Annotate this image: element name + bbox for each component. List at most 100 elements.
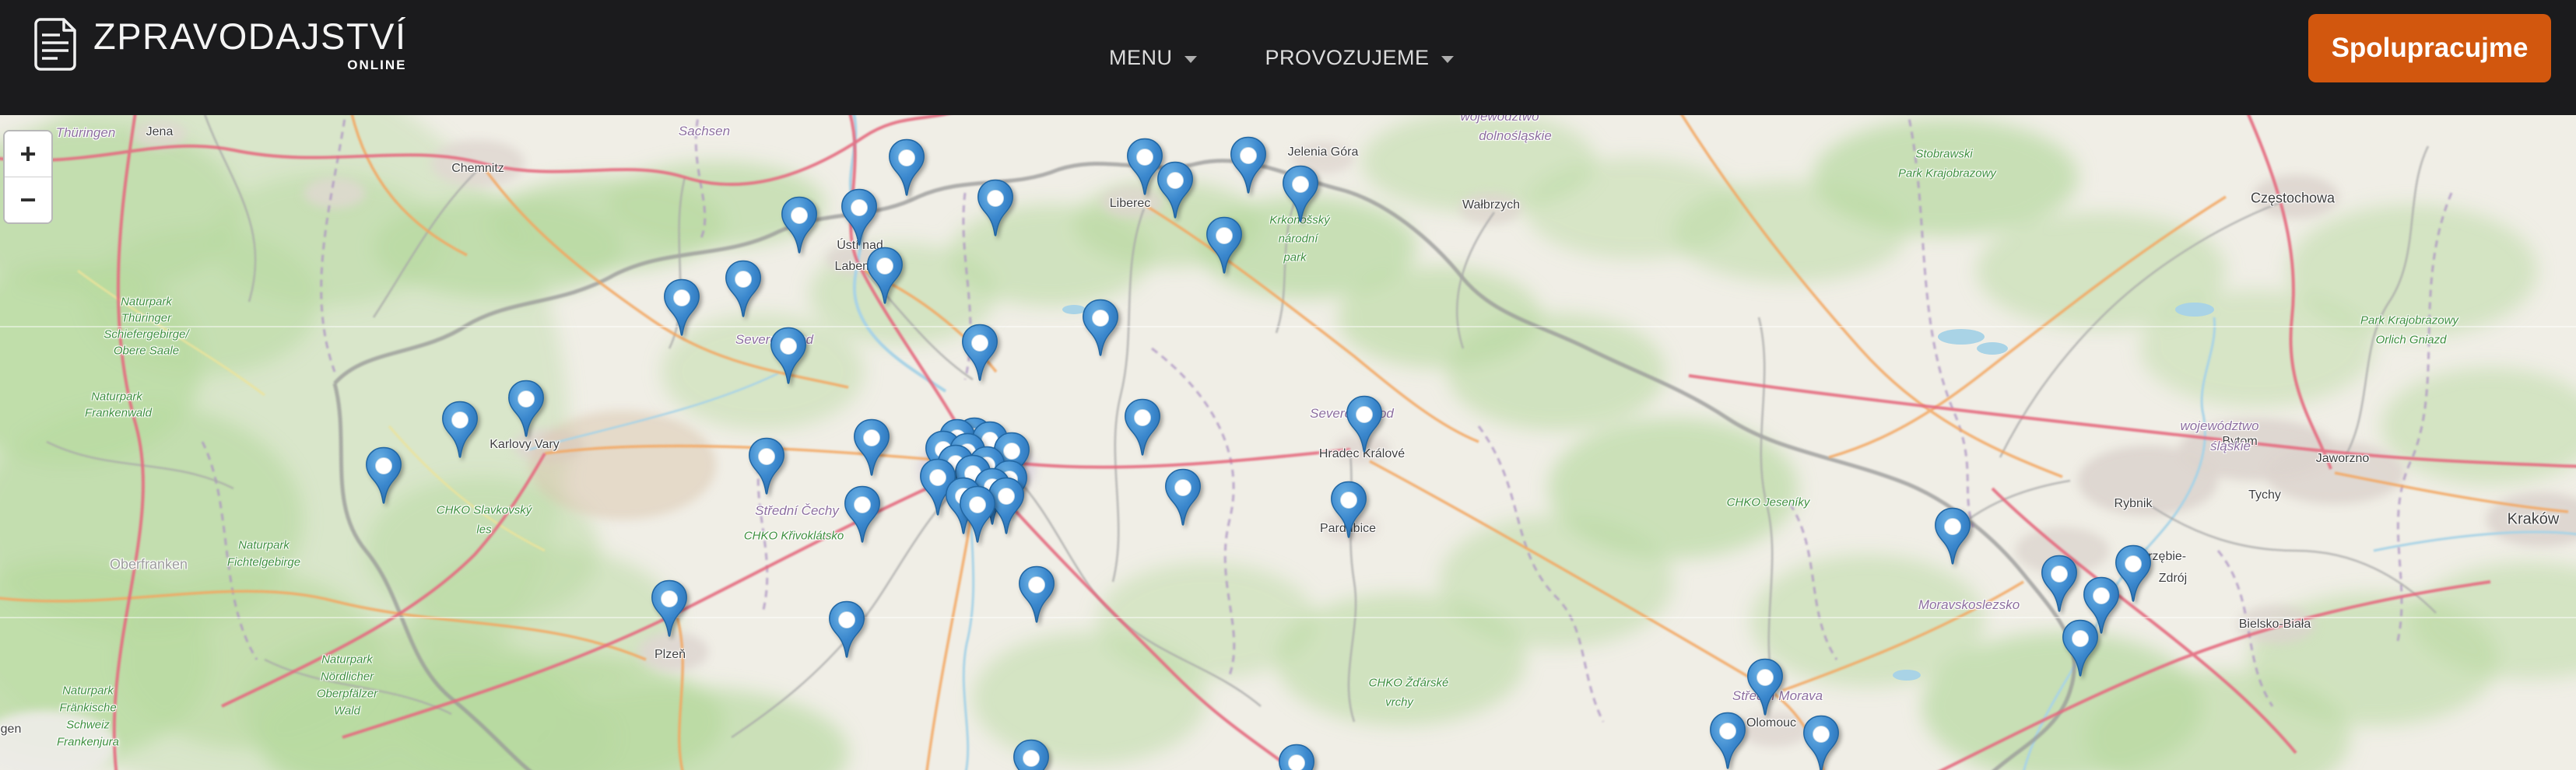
map-marker[interactable] [440,401,479,460]
map-label-nature: národní [1279,233,1318,246]
map-label-nature: Naturpark [321,653,373,667]
map-marker[interactable] [1746,658,1785,717]
map-marker[interactable] [827,600,866,660]
map-label-nature: Fichtelgebirge [227,556,300,569]
map-marker[interactable] [1281,165,1320,224]
map-marker[interactable] [1081,299,1120,358]
map-marker[interactable] [2061,619,2100,678]
map-label-nature: CHKO Jeseníky [1727,496,1810,509]
map-label-minor: Oberfranken [110,557,188,573]
brand-subtitle: ONLINE [347,58,406,73]
map-marker[interactable] [769,327,808,386]
map-label-nature: CHKO Žďárské [1369,677,1449,690]
map-label-nature: Park Krajobrazowy [1898,167,1996,180]
map-marker[interactable] [724,260,763,319]
map-label-region: śląskie [2210,439,2251,454]
map-label-nature: park [1283,251,1306,264]
map-marker[interactable] [1229,136,1268,195]
map-marker[interactable] [364,446,403,506]
map-label-city: Tychy [2248,488,2281,502]
map-label-nature: Frankenjura [57,736,119,749]
map-marker[interactable] [843,485,882,544]
map-label-city: Bielsko-Biała [2239,618,2311,632]
map-marker[interactable] [1156,161,1195,220]
map-marker[interactable] [976,179,1015,238]
map-label-city: Olomouc [1746,716,1796,730]
map-marker[interactable] [662,278,701,338]
map-label-nature: Naturpark [91,390,142,404]
map-label-nature: Thüringer [121,312,171,325]
map-label-city: Zdrój [2159,572,2187,586]
map-marker[interactable] [865,247,904,306]
map-zoom-control: + − [3,130,53,224]
map-marker[interactable] [2040,555,2079,614]
map-label-nature: Naturpark [238,539,290,552]
map-label-city: Częstochowa [2251,191,2335,207]
map-label-nature: Schweiz [66,719,110,732]
map-marker[interactable] [840,188,879,247]
map-label-region: Thüringen [56,125,116,141]
map-label-city: Chemnitz [451,162,504,176]
map-marker[interactable] [960,324,999,383]
map-marker[interactable] [1277,744,1316,770]
map-label-nature: Park Krajobrazowy [2360,314,2458,327]
main-nav: MENU PROVOZUJEME [1109,0,1454,115]
news-document-icon [34,17,78,75]
map-canvas[interactable]: + − JenaChemnitzÚstí nadLabemLiberecJele… [0,115,2576,770]
header: ZPRAVODAJSTVÍ ONLINE MENU PROVOZUJEME Sp… [0,0,2576,115]
chevron-down-icon [1441,56,1454,63]
nav-item-provozujeme[interactable]: PROVOZUJEME [1265,46,1454,70]
nav-item-provozujeme-label: PROVOZUJEME [1265,46,1430,70]
map-label-nature: Obere Saale [114,345,179,358]
map-label-city: Kraków [2508,511,2560,529]
map-marker[interactable] [1205,216,1244,275]
collaborate-button[interactable]: Spolupracujme [2308,14,2551,82]
map-label-nature: les [476,523,491,537]
map-marker[interactable] [747,437,786,496]
zoom-out-button[interactable]: − [5,177,51,222]
map-marker[interactable] [1017,565,1056,625]
map-label-nature: Schiefergebirge/ [104,328,188,341]
map-label-region: Střední Čechy [755,503,839,519]
map-label-region: województwo [2180,418,2258,434]
map-marker[interactable] [1012,739,1051,770]
map-label-nature: Naturpark [62,684,114,698]
map-marker[interactable] [1933,507,1972,566]
map-label-city: Liberec [1110,197,1150,211]
nav-item-menu-label: MENU [1109,46,1173,70]
map-label-city: Karlovy Vary [490,438,560,452]
map-label-city: Wałbrzych [1462,198,1520,212]
map-label-nature: Fränkische [59,702,116,715]
map-marker[interactable] [852,418,891,478]
map-label-nature: Nördlicher [321,670,374,684]
map-label-nature: Frankenwald [85,407,152,420]
map-label-region: Moravskoslezsko [1918,597,2020,613]
map-label-nature: Oberpfälzer [317,688,377,701]
map-marker[interactable] [887,138,926,198]
brand-title: ZPRAVODAJSTVÍ [93,17,407,55]
map-label-nature: Naturpark [121,296,172,309]
map-label-region: Sachsen [679,124,730,139]
map-label-region: dolnośląskie [1479,128,1552,144]
map-label-nature: Orlich Gniazd [2376,334,2447,347]
map-marker[interactable] [958,485,997,544]
map-marker[interactable] [780,196,819,255]
map-label-nature: vrchy [1385,696,1413,709]
map-marker[interactable] [1329,481,1368,540]
brand-logo[interactable]: ZPRAVODAJSTVÍ ONLINE [34,17,407,75]
nav-item-menu[interactable]: MENU [1109,46,1197,70]
map-label-nature: Stobrawski [1915,148,1972,161]
map-marker[interactable] [1163,468,1202,527]
map-marker[interactable] [1802,715,1841,770]
chevron-down-icon [1184,56,1197,63]
map-label-city: Jaworzno [2316,452,2369,466]
map-label-city: Jelenia Góra [1288,145,1359,159]
map-marker[interactable] [1123,398,1162,457]
map-label-city: gen [1,723,22,737]
map-marker[interactable] [507,380,546,439]
zoom-in-button[interactable]: + [5,131,51,177]
map-label-nature: Wald [334,705,360,718]
map-marker[interactable] [1708,712,1747,770]
map-marker[interactable] [1345,395,1384,454]
map-marker[interactable] [650,579,689,639]
